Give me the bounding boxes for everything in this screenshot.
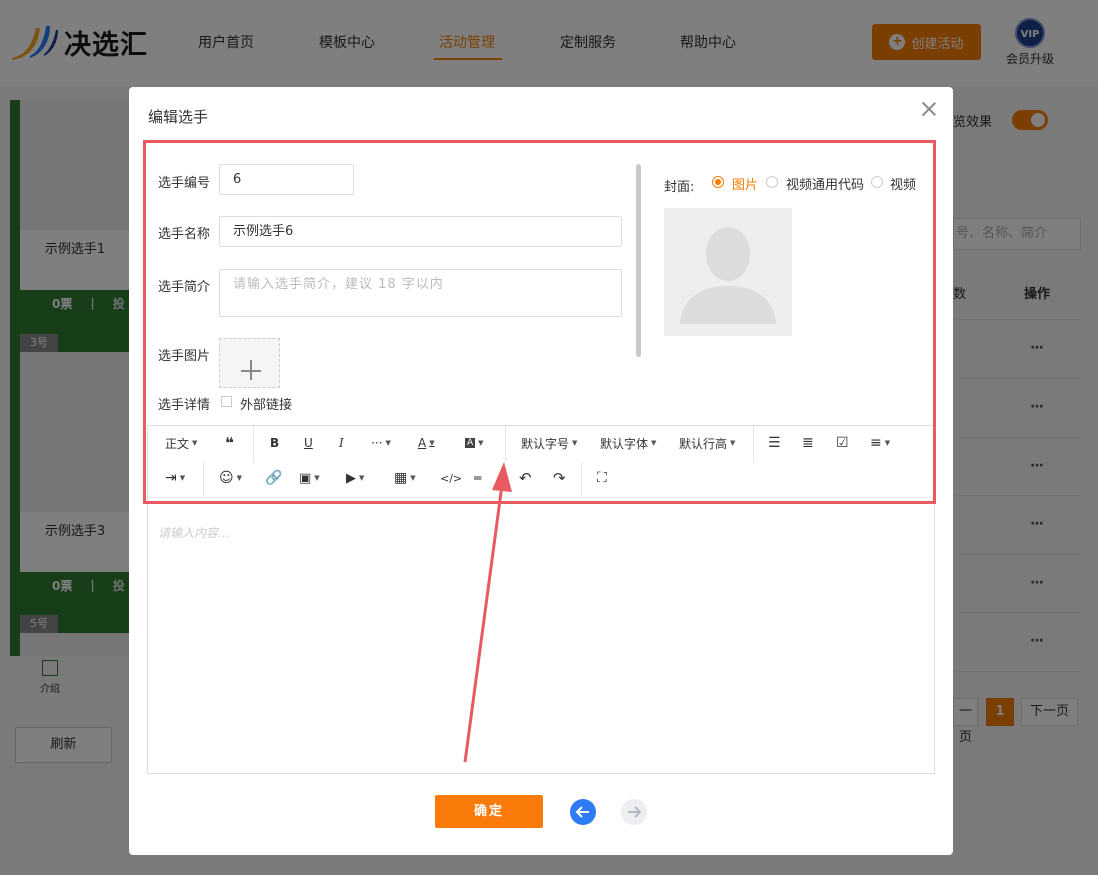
dialog-title: 编辑选手: [148, 108, 209, 126]
arrow-left-icon: [575, 806, 589, 818]
editor-placeholder: 请输入内容...: [158, 526, 230, 540]
close-icon[interactable]: [921, 101, 937, 117]
edit-contestant-dialog: 编辑选手 选手编号 6 选手名称 示例选手6 选手简介 请输入选手简介，建议 1…: [129, 87, 953, 855]
arrow-right-icon: [628, 806, 642, 818]
confirm-button[interactable]: 确定: [435, 795, 543, 828]
highlight-box: [143, 140, 936, 504]
previous-contestant-button[interactable]: [570, 799, 596, 825]
next-contestant-button[interactable]: [621, 799, 647, 825]
